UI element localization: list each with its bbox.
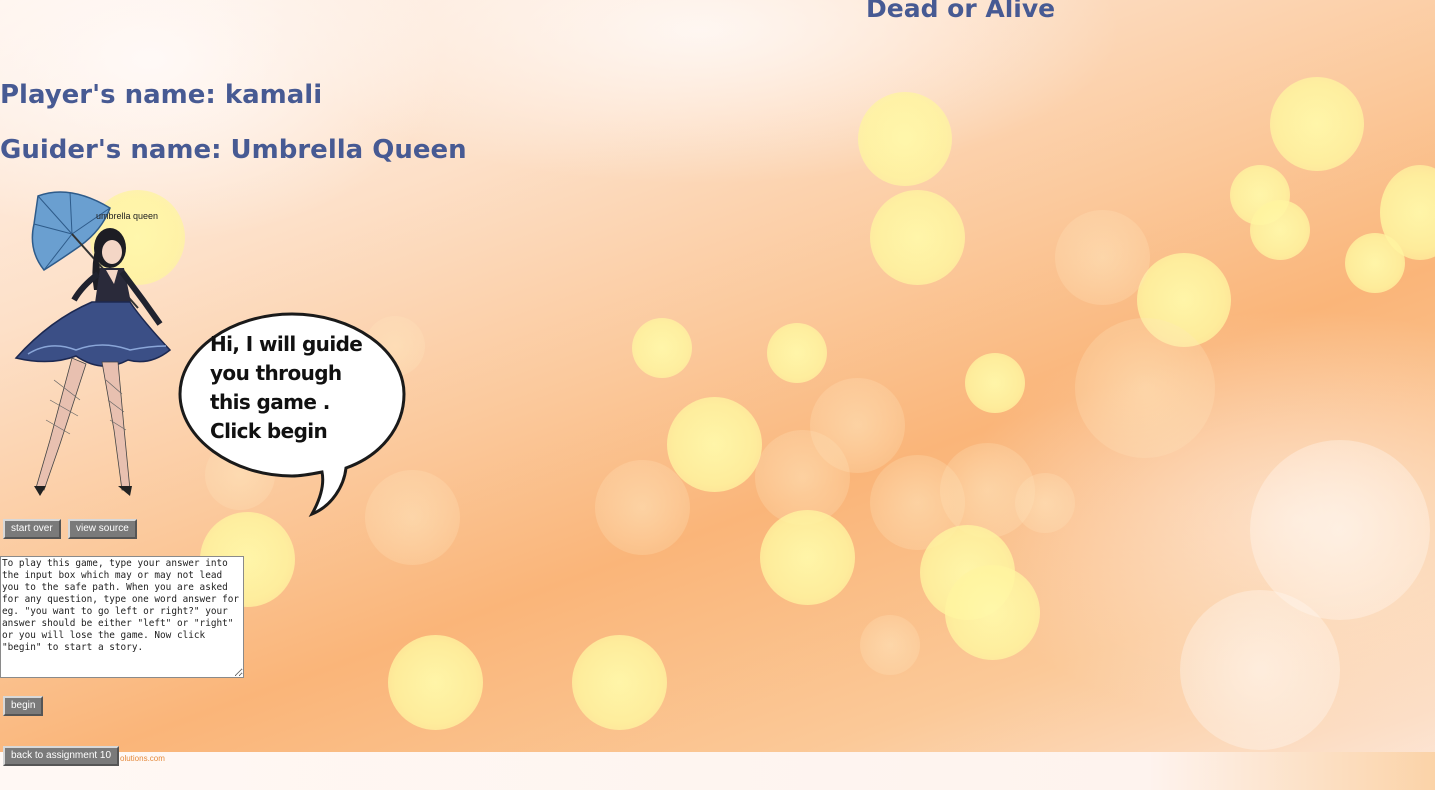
begin-button[interactable]: begin [3, 696, 44, 716]
bokeh-light [965, 353, 1025, 413]
bokeh-light [1075, 318, 1215, 458]
back-to-assignment-button[interactable]: back to assignment 10 [3, 746, 120, 766]
footer-credit: olutions.com [120, 754, 165, 763]
start-over-button[interactable]: start over [3, 519, 61, 539]
view-source-button[interactable]: view source [68, 519, 137, 539]
instructions-textarea[interactable]: To play this game, type your answer into… [0, 556, 244, 678]
bokeh-light [860, 615, 920, 675]
umbrella-queen-figure-icon [14, 191, 172, 496]
bokeh-light [767, 323, 827, 383]
bokeh-light [1015, 473, 1075, 533]
bokeh-light [1055, 210, 1150, 305]
bokeh-light [870, 190, 965, 285]
bokeh-light [760, 510, 855, 605]
bokeh-light [595, 460, 690, 555]
bokeh-light [1250, 200, 1310, 260]
bokeh-light [572, 635, 667, 730]
game-title: Dead or Alive [866, 0, 1056, 23]
bokeh-light [1345, 233, 1405, 293]
speech-line: Hi, I will guide [210, 332, 363, 356]
bokeh-light [667, 397, 762, 492]
page-footer-strip [0, 752, 1435, 790]
bokeh-light [810, 378, 905, 473]
player-name: Player's name: kamali [0, 80, 323, 110]
speech-line: this game . [210, 390, 330, 414]
speech-line: Click begin [210, 419, 328, 443]
guider-name: Guider's name: Umbrella Queen [0, 135, 467, 165]
bokeh-light [1270, 77, 1364, 171]
bokeh-light [945, 565, 1040, 660]
speech-bubble-text: Hi, I will guide you through this game .… [210, 330, 390, 446]
bokeh-light [632, 318, 692, 378]
speech-line: you through [210, 361, 342, 385]
bokeh-light [858, 92, 952, 186]
bokeh-light [388, 635, 483, 730]
guide-caption: umbrella queen [96, 211, 159, 221]
bokeh-light [1250, 440, 1430, 620]
